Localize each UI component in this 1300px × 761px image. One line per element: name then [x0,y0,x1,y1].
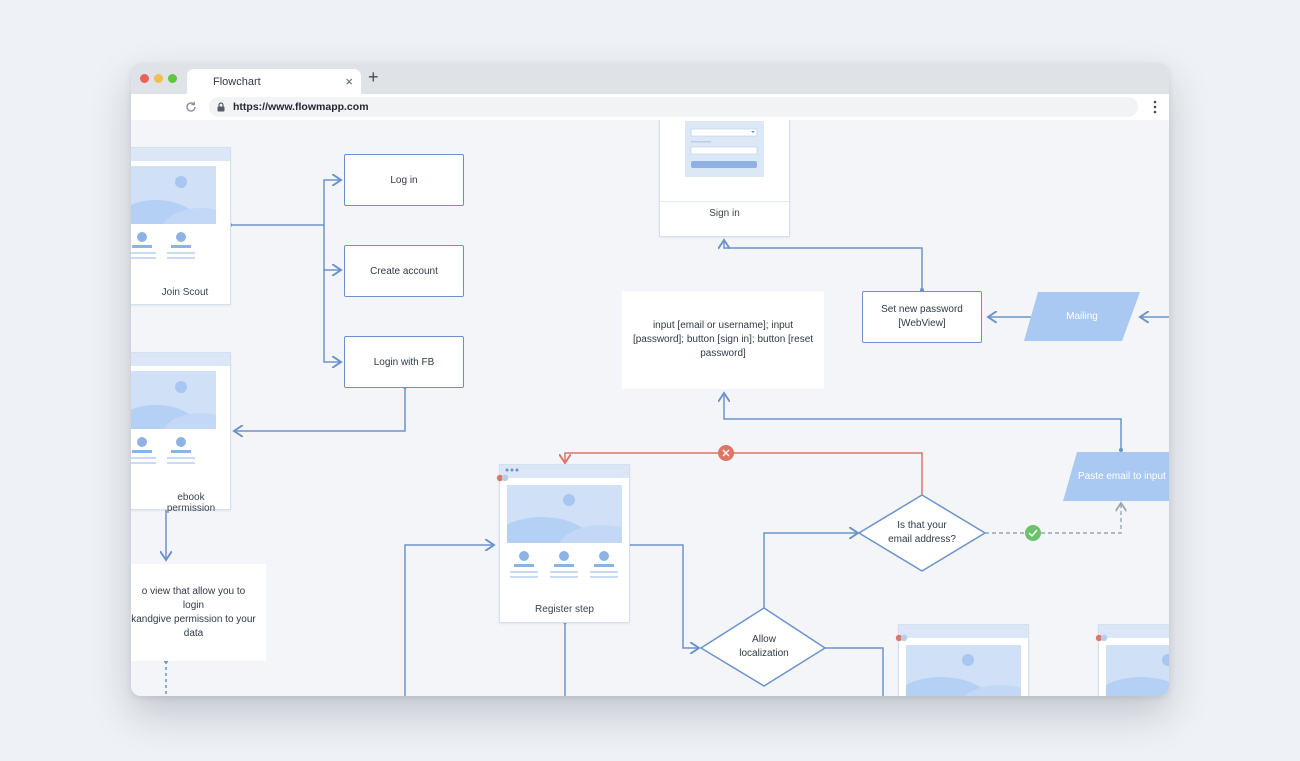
browser-toolbar: https://www.flowmapp.com [131,94,1169,121]
note-line: password] [700,348,746,359]
browser-window: Flowchart × + https://www.flowmapp.com J… [131,63,1169,696]
action-login-with-fb[interactable]: Login with FB [344,336,464,388]
form-icon [690,128,758,168]
tab-title: Flowchart [213,76,261,88]
connector-email-accept [985,503,1121,534]
address-bar[interactable]: https://www.flowmapp.com [209,97,1138,117]
flowchart-canvas[interactable]: Join Scout ebook permission Log in Creat… [131,120,1169,696]
screen-register-step[interactable]: Register step [496,464,630,623]
image-icon [906,654,1021,696]
reject-badge[interactable] [718,445,734,461]
plus-icon[interactable]: + [368,68,379,86]
connector-localization-right [825,647,884,696]
image-placeholder [906,645,1021,696]
decision-line: Allow [752,634,776,645]
decision-localization[interactable]: Allow localization [714,633,814,661]
menu-dots-icon[interactable] [1153,100,1157,114]
note-line: kandgive permission to your [131,613,256,625]
image-icon [507,494,622,543]
status-dots [895,634,908,642]
decision-email[interactable]: Is that your email address? [872,519,972,547]
screen-label: ebook permission [166,492,216,514]
image-icon [131,176,216,224]
tab-flowchart[interactable]: Flowchart × [187,69,361,94]
close-icon[interactable]: × [345,74,353,89]
screen-facebook-permission[interactable]: ebook permission [131,352,231,514]
connector-localization-to-email [763,533,858,608]
screen-frame [131,148,230,161]
screen-frame [131,353,230,366]
io-mailing[interactable]: Mailing [1024,292,1140,341]
action-log-in[interactable]: Log in [344,154,464,206]
form-preview [685,121,764,177]
note-signin-inputs: input [email or username]; input [passwo… [622,291,824,389]
screen-partial[interactable] [895,624,1029,696]
placeholder-items [131,232,195,259]
image-icon [1106,654,1169,696]
card-divider [660,201,789,202]
action-create-account[interactable]: Create account [344,245,464,297]
placeholder-items [131,437,195,464]
note-line: o view that allow you to login [141,585,246,611]
connector-paste-to-note [724,393,1122,450]
connector-join-to-create [323,225,341,270]
connector-join-to-login [230,180,341,226]
image-placeholder [131,166,216,224]
connector-layer [131,120,1169,696]
decision-line: Is that your [897,520,947,531]
status-dots [505,468,519,472]
window-close-button[interactable] [140,74,149,83]
tab-bar: Flowchart × + [131,63,1169,94]
screen-sign-in[interactable]: Sign in [659,120,790,237]
io-paste-email[interactable]: Paste email to input [1066,452,1169,501]
window-minimize-button[interactable] [154,74,163,83]
note-line: input [email or username]; input [652,320,794,331]
screen-partial[interactable] [1095,624,1169,696]
note-fb-view: o view that allow you to login kandgive … [131,564,266,661]
screen-join-scout[interactable]: Join Scout [131,147,231,305]
image-placeholder [507,485,622,543]
node-line: [WebView] [898,318,946,329]
screen-label: Join Scout [161,287,209,298]
image-icon [131,381,216,429]
decision-line: email address? [888,534,956,545]
connector-register-to-localization [628,544,699,648]
connector-join-to-fb [323,270,341,362]
connector-fb-to-permission [234,387,406,431]
decision-line: localization [739,648,789,659]
connector-left-to-register [404,545,494,696]
placeholder-items [510,551,618,578]
status-dots [1095,634,1108,642]
screen-label: Register step [535,604,594,615]
node-line: Set new password [881,304,963,315]
action-set-new-password[interactable]: Set new password [WebView] [862,291,982,343]
screen-label: Sign in [709,208,740,219]
connector-setpw-to-signin [724,240,923,290]
status-dots [496,474,509,482]
note-line: [password]; button [sign in]; button [re… [632,334,814,345]
lock-icon [217,102,225,112]
window-zoom-button[interactable] [168,74,177,83]
reload-icon[interactable] [184,100,198,114]
url-text: https://www.flowmapp.com [233,101,369,113]
accept-badge[interactable] [1025,525,1041,541]
note-line: data [183,627,204,639]
image-placeholder [1106,645,1169,696]
image-placeholder [131,371,216,429]
